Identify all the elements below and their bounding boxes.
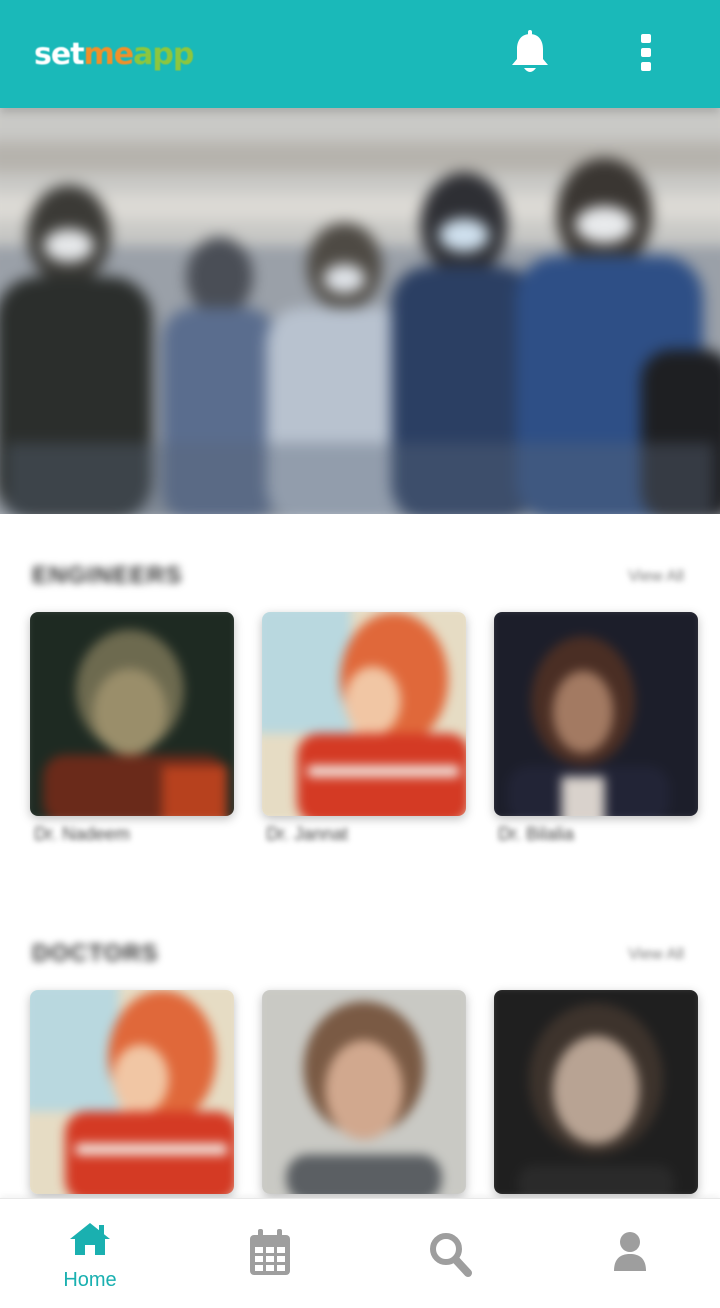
profile-photo (262, 612, 466, 816)
more-vert-icon[interactable] (636, 34, 656, 72)
view-all-engineers-link[interactable]: View All (628, 568, 684, 586)
hero-banner-image (0, 108, 720, 514)
search-icon (430, 1233, 472, 1277)
profile-photo (494, 612, 698, 816)
section-title-doctors: DOCTORS (32, 940, 159, 967)
logo-part-me: me (83, 37, 135, 72)
home-icon (70, 1223, 110, 1255)
app-logo[interactable]: setmeapp (34, 36, 194, 74)
profile-card[interactable] (262, 612, 466, 816)
profile-photo (262, 990, 466, 1194)
section-title-engineers: ENGINEERS (32, 562, 183, 589)
profile-photo (30, 612, 234, 816)
logo-part-app: app (133, 37, 194, 72)
nav-item-profile[interactable] (540, 1199, 720, 1308)
profile-name: Dr. Bilalia (498, 824, 575, 844)
profile-card[interactable] (494, 990, 698, 1194)
app-bar: setmeapp (0, 0, 720, 108)
profile-card[interactable] (494, 612, 698, 816)
hero-banner[interactable] (0, 108, 720, 514)
calendar-icon (250, 1229, 290, 1275)
user-icon (614, 1232, 646, 1271)
nav-item-calendar[interactable] (180, 1199, 360, 1308)
logo-part-set: set (34, 37, 85, 72)
nav-item-search[interactable] (360, 1199, 540, 1308)
profile-name: Dr. Nadeem (34, 824, 131, 844)
bottom-navigation: Home (0, 1198, 720, 1308)
profile-name: Dr. Jannat (266, 824, 349, 844)
profile-card[interactable] (30, 612, 234, 816)
nav-label-home: Home (63, 1269, 117, 1291)
profile-card[interactable] (30, 990, 234, 1194)
view-all-doctors-link[interactable]: View All (628, 946, 684, 964)
nav-item-home[interactable]: Home (0, 1199, 180, 1308)
bell-icon[interactable] (508, 30, 552, 76)
profile-photo (30, 990, 234, 1194)
profile-photo (494, 990, 698, 1194)
profile-card[interactable] (262, 990, 466, 1194)
